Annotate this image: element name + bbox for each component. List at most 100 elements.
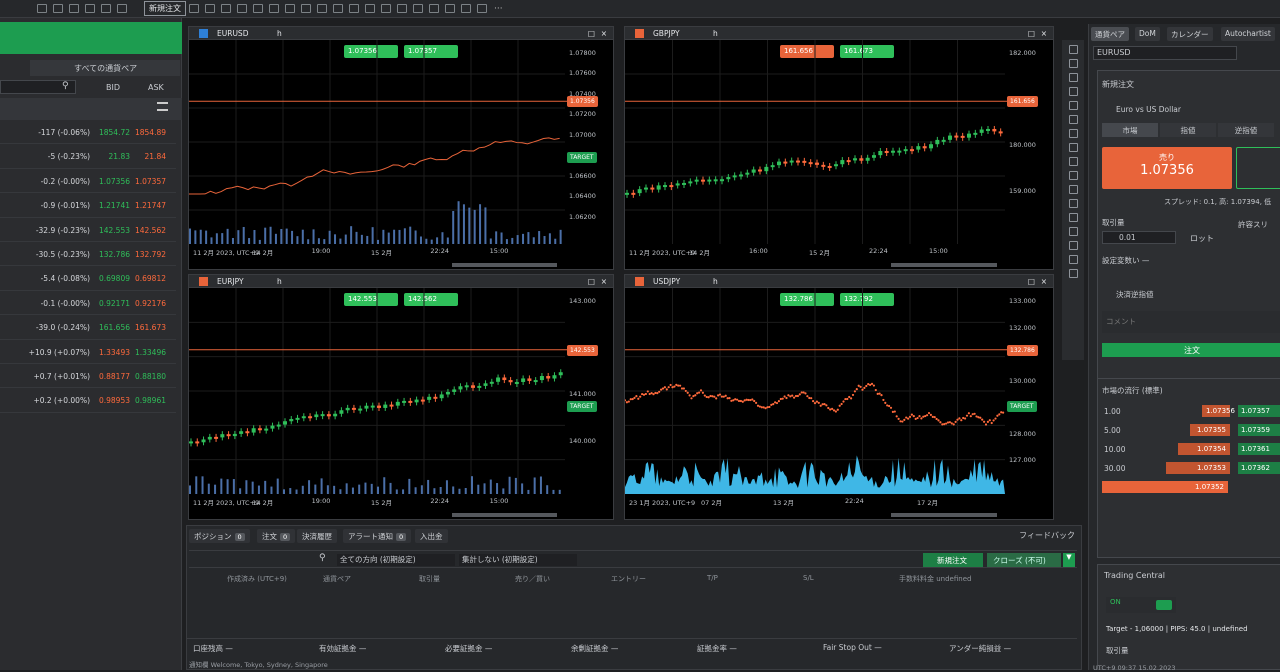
timeframe-icon[interactable] — [413, 4, 423, 13]
feedback-link[interactable]: フィードバック — [1019, 530, 1075, 541]
maximize-icon[interactable]: □ — [588, 29, 595, 38]
bid-cell[interactable]: 1.21741 — [99, 201, 130, 210]
font-icon[interactable] — [1068, 213, 1078, 222]
image-icon[interactable] — [253, 4, 263, 13]
timeframe-label[interactable]: h — [713, 29, 718, 38]
timeframe-label[interactable]: h — [713, 277, 718, 286]
watchlist-row[interactable]: -5 (-0.23%) 21.83 21.84 — [0, 144, 176, 169]
price-plot[interactable] — [189, 40, 613, 270]
text-icon[interactable] — [1068, 171, 1078, 180]
ask-cell[interactable]: 132.792 — [135, 250, 166, 259]
right-tab[interactable]: Autochartist — [1221, 27, 1275, 41]
watchlist-row[interactable]: -5.4 (-0.08%) 0.69809 0.69812 — [0, 266, 176, 291]
close-icon[interactable]: × — [601, 277, 607, 286]
trash-icon[interactable] — [1068, 269, 1078, 278]
price-plot[interactable] — [625, 288, 1053, 520]
chart-panel-eurjpy[interactable]: EURJPYh×□142.553142.562143.000142.000141… — [188, 274, 614, 520]
comment-field[interactable]: コメント — [1102, 311, 1280, 333]
watchlist-row[interactable]: -0.9 (-0.01%) 1.21741 1.21747 — [0, 193, 176, 218]
grid-icon[interactable] — [69, 4, 79, 13]
order-type-tab[interactable]: 逆指値 — [1218, 123, 1274, 137]
ask-cell[interactable]: 1.33496 — [135, 348, 166, 357]
depth-bid[interactable]: 1.07355 — [1190, 424, 1230, 436]
timeframe-icon[interactable] — [365, 4, 375, 13]
new-order-button[interactable]: 新規注文 — [144, 1, 186, 16]
more-icon[interactable]: ··· — [494, 4, 503, 14]
color-icon[interactable] — [1068, 227, 1078, 236]
bottom-tab[interactable]: ポジション 0 — [189, 529, 250, 543]
shape-icon[interactable] — [1068, 129, 1078, 138]
eye-icon[interactable] — [1068, 241, 1078, 250]
chart-symbol[interactable]: EURJPY — [217, 277, 244, 286]
order-type-tab[interactable]: 市場 — [1102, 123, 1158, 137]
ask-cell[interactable]: 142.562 — [135, 226, 166, 235]
eye-icon[interactable] — [333, 4, 343, 13]
timeframe-icon[interactable] — [461, 4, 471, 13]
depth-ask[interactable]: 1.07361 — [1238, 443, 1280, 455]
column-header[interactable]: 取引量 — [419, 574, 440, 584]
maximize-icon[interactable]: □ — [1028, 277, 1035, 286]
bid-cell[interactable]: 0.69809 — [99, 274, 130, 283]
watchlist-row[interactable]: -0.2 (-0.00%) 1.07356 1.07357 — [0, 169, 176, 194]
right-tab[interactable]: DoM — [1135, 27, 1160, 41]
ray-icon[interactable] — [1068, 87, 1078, 96]
timeframe-icon[interactable] — [381, 4, 391, 13]
bid-cell[interactable]: 1.33493 — [99, 348, 130, 357]
depth-ask[interactable]: 1.07357 — [1238, 405, 1280, 417]
bars-icon[interactable] — [221, 4, 231, 13]
depth-bid[interactable]: 1.07352 — [1102, 481, 1228, 493]
close-order-check[interactable]: 決済逆指値 — [1116, 289, 1154, 300]
chart-symbol[interactable]: USDJPY — [653, 277, 680, 286]
channel-icon[interactable] — [1068, 157, 1078, 166]
chart-symbol[interactable]: GBPJPY — [653, 29, 680, 38]
maximize-icon[interactable]: □ — [1028, 29, 1035, 38]
bottom-tab[interactable]: 入出金 — [415, 529, 448, 543]
price-plot[interactable] — [189, 288, 613, 520]
box-icon[interactable] — [237, 4, 247, 13]
maximize-icon[interactable]: □ — [588, 277, 595, 286]
order-type-tab[interactable]: 指値 — [1160, 123, 1216, 137]
chart-panel-usdjpy[interactable]: USDJPYh×□132.786132.792133.000132.000131… — [624, 274, 1054, 520]
price-plot[interactable] — [625, 40, 1053, 270]
search-icon[interactable]: ⚲ — [62, 81, 69, 91]
settings-icon[interactable] — [85, 4, 95, 13]
depth-bid[interactable]: 1.07353 — [1166, 462, 1230, 474]
depth-ask[interactable]: 1.07359 — [1238, 424, 1280, 436]
depth-bid[interactable]: 1.07356 — [1202, 405, 1235, 417]
column-header[interactable]: 通貨ペア — [323, 574, 351, 584]
tab-all-pairs[interactable]: すべての通貨ペア — [30, 60, 180, 76]
bid-cell[interactable]: 0.92171 — [99, 299, 130, 308]
bottom-tab[interactable]: 注文 0 — [257, 529, 296, 543]
close-icon[interactable]: × — [601, 29, 607, 38]
ask-cell[interactable]: 161.673 — [135, 323, 166, 332]
chart-scrollbar[interactable] — [891, 263, 998, 267]
timeframe-label[interactable]: h — [277, 29, 282, 38]
monitor-icon[interactable] — [205, 4, 215, 13]
watchlist-row[interactable]: -30.5 (-0.23%) 132.786 132.792 — [0, 242, 176, 267]
bid-cell[interactable]: 1.07356 — [99, 177, 130, 186]
bid-cell[interactable]: 1854.72 — [99, 128, 130, 137]
arrow-icon[interactable] — [1068, 199, 1078, 208]
depth-bid[interactable]: 1.07354 — [1178, 443, 1230, 455]
depth-ask[interactable]: 1.07362 — [1238, 462, 1280, 474]
bid-cell[interactable]: 161.656 — [99, 323, 130, 332]
sound-icon[interactable] — [101, 4, 111, 13]
bid-cell[interactable]: 21.83 — [109, 152, 130, 161]
timeframe-icon[interactable] — [477, 4, 487, 13]
close-icon[interactable]: × — [1041, 277, 1047, 286]
bid-cell[interactable]: 0.98953 — [99, 396, 130, 405]
slippage-toggle[interactable]: 許容スリ — [1238, 219, 1268, 230]
chart-symbol[interactable]: EURUSD — [217, 29, 248, 38]
zoom-in-icon[interactable] — [269, 4, 279, 13]
aggregate-filter[interactable]: 集計しない (初期設定) — [459, 554, 577, 566]
sell-button[interactable]: 売り 1.07356 — [1102, 147, 1232, 189]
watchlist-row[interactable]: -117 (-0.06%) 1854.72 1854.89 — [0, 120, 176, 145]
watchlist-row[interactable]: -39.0 (-0.24%) 161.656 161.673 — [0, 315, 176, 340]
watchlist-row[interactable]: -32.9 (-0.23%) 142.553 142.562 — [0, 218, 176, 242]
right-tab[interactable]: カレンダー — [1167, 27, 1213, 41]
bid-cell[interactable]: 0.88177 — [99, 372, 130, 381]
chart-scrollbar[interactable] — [452, 513, 558, 517]
column-header[interactable]: 売り／買い — [515, 574, 550, 584]
chart-panel-gbpjpy[interactable]: GBPJPYh×□161.656161.673182.000181.000180… — [624, 26, 1054, 270]
layout-icon[interactable] — [53, 4, 63, 13]
